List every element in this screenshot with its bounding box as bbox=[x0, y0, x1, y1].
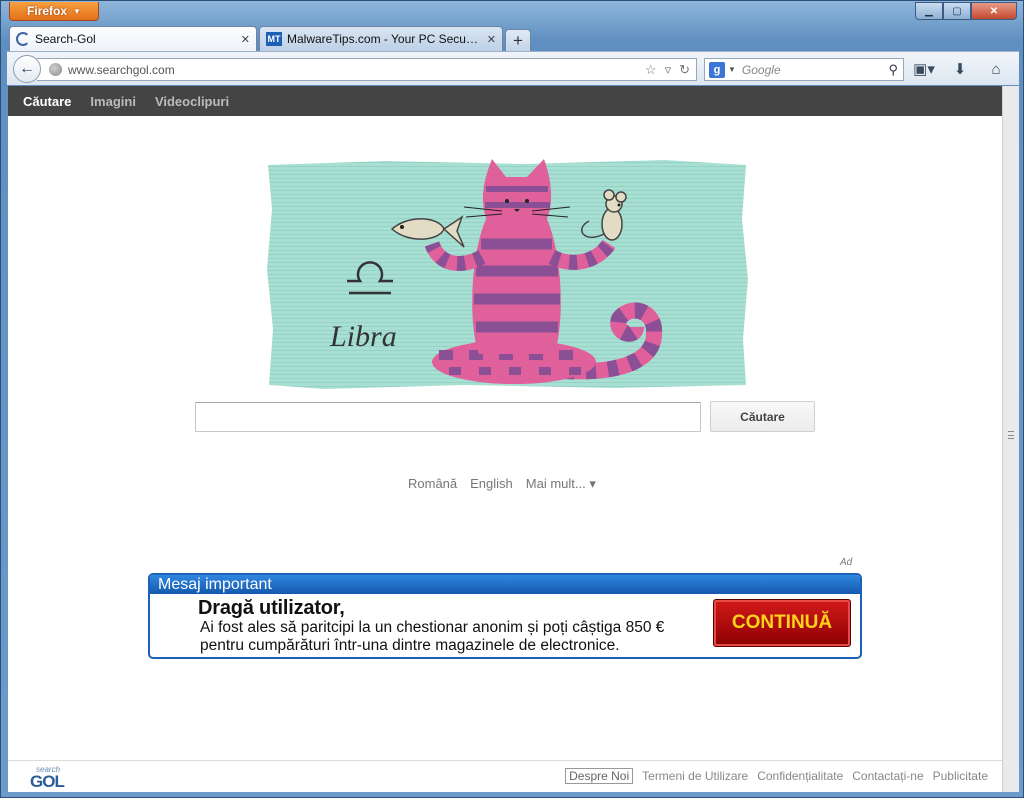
ad-banner-line-1: Ai fost ales să paritcipi la un chestion… bbox=[200, 619, 665, 636]
ad-banner-header: Mesaj important bbox=[150, 575, 860, 594]
language-english[interactable]: English bbox=[470, 476, 513, 492]
close-tab-icon[interactable]: ✕ bbox=[487, 33, 496, 46]
tab-search-gol[interactable]: Search-Gol ✕ bbox=[9, 26, 257, 51]
search-icon[interactable]: ⚲ bbox=[888, 62, 898, 78]
page-footer: search GOL Despre Noi Termeni de Utiliza… bbox=[8, 760, 1002, 792]
browser-search-box[interactable]: g ▼ Google ⚲ bbox=[704, 58, 904, 81]
chevron-down-icon: ▼ bbox=[73, 6, 81, 16]
footer-link-contact[interactable]: Contactați-ne bbox=[852, 769, 923, 783]
continue-button[interactable]: CONTINUĂ bbox=[713, 599, 851, 647]
searchgol-logo[interactable]: search GOL bbox=[30, 765, 70, 791]
language-romanian[interactable]: Română bbox=[408, 476, 457, 492]
firefox-menu-button[interactable]: Firefox ▼ bbox=[9, 2, 99, 21]
toolbar-buttons: ▣▾ ⬇ ⌂ bbox=[913, 58, 1007, 80]
url-text: www.searchgol.com bbox=[68, 62, 175, 77]
minimize-button[interactable]: ▁ bbox=[915, 2, 943, 20]
history-dropdown-icon[interactable]: ▿ bbox=[665, 62, 672, 78]
tab-malwaretips[interactable]: MT MalwareTips.com - Your PC Security ..… bbox=[259, 26, 503, 51]
doodle-caption: Libra bbox=[329, 320, 397, 353]
libra-cat-doodle[interactable]: Libra bbox=[264, 159, 750, 390]
footer-link-terms[interactable]: Termeni de Utilizare bbox=[642, 769, 748, 783]
language-more[interactable]: Mai mult... ▾ bbox=[526, 476, 596, 492]
searchgol-favicon-icon bbox=[16, 32, 30, 46]
window-controls: ▁ ▢ ✕ bbox=[915, 2, 1017, 20]
close-tab-icon[interactable]: ✕ bbox=[241, 33, 250, 46]
browser-window: Firefox ▼ ▁ ▢ ✕ Search-Gol ✕ MT MalwareT… bbox=[0, 0, 1024, 798]
nav-videos[interactable]: Videoclipuri bbox=[155, 94, 229, 109]
vertical-scrollbar[interactable] bbox=[1002, 86, 1019, 792]
site-navigation: Căutare Imagini Videoclipuri bbox=[8, 86, 1002, 116]
malwaretips-favicon-icon: MT bbox=[266, 32, 282, 46]
search-placeholder: Google bbox=[741, 62, 781, 77]
bookmark-star-icon[interactable]: ☆ bbox=[645, 62, 657, 78]
back-button[interactable]: ← bbox=[13, 55, 41, 83]
ad-banner-line-2: pentru cumpărături într-una dintre magaz… bbox=[200, 637, 620, 654]
page-content: Căutare Imagini Videoclipuri Libra Căuta… bbox=[8, 86, 1002, 792]
downloads-icon[interactable]: ⬇ bbox=[949, 58, 971, 80]
back-arrow-icon: ← bbox=[19, 60, 35, 77]
close-window-button[interactable]: ✕ bbox=[971, 2, 1017, 20]
footer-link-about[interactable]: Despre Noi bbox=[565, 768, 634, 784]
footer-link-privacy[interactable]: Confidențialitate bbox=[757, 769, 843, 783]
firefox-menu-label: Firefox bbox=[27, 4, 68, 18]
reload-icon[interactable]: ↻ bbox=[679, 62, 690, 78]
google-engine-icon[interactable]: g bbox=[709, 61, 725, 78]
nav-images[interactable]: Imagini bbox=[90, 94, 136, 109]
bookmarks-menu-icon[interactable]: ▣▾ bbox=[913, 58, 935, 80]
home-icon[interactable]: ⌂ bbox=[985, 58, 1007, 80]
search-button[interactable]: Căutare bbox=[710, 401, 815, 432]
footer-link-advertising[interactable]: Publicitate bbox=[933, 769, 988, 783]
site-identity-globe-icon[interactable] bbox=[49, 63, 62, 76]
search-input[interactable] bbox=[195, 402, 701, 432]
tab-title: MalwareTips.com - Your PC Security ... bbox=[287, 32, 482, 46]
engine-dropdown-icon[interactable]: ▼ bbox=[728, 65, 736, 74]
maximize-button[interactable]: ▢ bbox=[943, 2, 971, 20]
navigation-toolbar: www.searchgol.com ☆ ▿ ↻ ← g ▼ Google ⚲ ▣… bbox=[7, 51, 1019, 85]
scrollbar-grip-icon[interactable] bbox=[1008, 431, 1014, 439]
tab-strip: Search-Gol ✕ MT MalwareTips.com - Your P… bbox=[9, 25, 531, 51]
ad-banner[interactable]: Mesaj important Dragă utilizator, Ai fos… bbox=[148, 573, 862, 659]
footer-links: Despre Noi Termeni de Utilizare Confiden… bbox=[565, 768, 988, 784]
nav-search[interactable]: Căutare bbox=[23, 94, 71, 109]
ad-banner-body: Dragă utilizator, Ai fost ales să paritc… bbox=[198, 597, 664, 655]
tab-title: Search-Gol bbox=[35, 32, 96, 46]
new-tab-button[interactable]: + bbox=[505, 29, 531, 51]
language-selector: Română English Mai mult... ▾ bbox=[408, 476, 596, 492]
ad-banner-title: Dragă utilizator, bbox=[198, 597, 345, 619]
url-bar[interactable]: www.searchgol.com ☆ ▿ ↻ bbox=[37, 58, 697, 81]
ad-label: Ad bbox=[840, 557, 853, 568]
logo-text: GOL bbox=[30, 772, 65, 791]
